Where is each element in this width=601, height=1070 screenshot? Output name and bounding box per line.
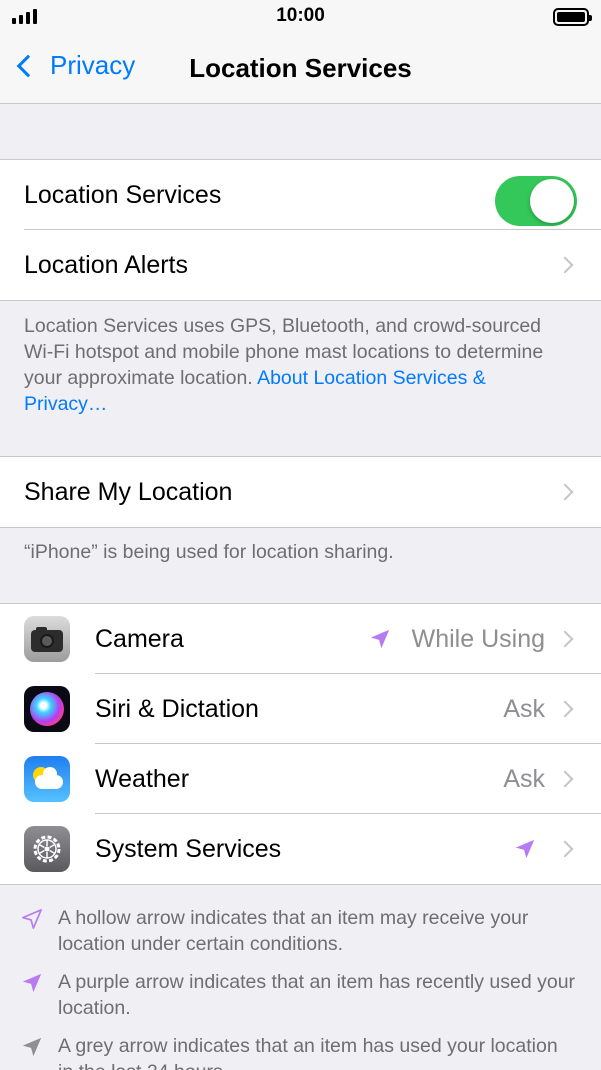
share-my-location-label: Share My Location (24, 478, 233, 506)
location-arrow-purple-icon (370, 629, 390, 649)
location-services-toggle[interactable] (495, 176, 577, 226)
location-arrow-hollow-icon (22, 909, 42, 929)
apps-group: Camera While Using Siri & Dictation Ask … (0, 603, 601, 885)
location-arrow-purple-icon (22, 973, 42, 993)
app-label: Camera (95, 625, 184, 653)
location-arrow-grey-icon (22, 1037, 42, 1057)
legend-hollow-arrow-text: A hollow arrow indicates that an item ma… (58, 907, 529, 955)
chevron-right-icon (556, 770, 574, 788)
page-title: Location Services (189, 53, 412, 83)
location-alerts-label: Location Alerts (24, 251, 188, 279)
app-row-system-services[interactable]: System Services (0, 814, 601, 884)
siri-icon (24, 686, 70, 732)
toggle-knob (530, 179, 574, 223)
legend-purple-arrow-text: A purple arrow indicates that an item ha… (58, 971, 576, 1019)
share-location-footer: “iPhone” is being used for location shar… (24, 541, 394, 563)
battery-icon (553, 8, 592, 26)
app-label: Siri & Dictation (95, 695, 259, 723)
chevron-right-icon (556, 840, 574, 858)
app-row-weather[interactable]: Weather Ask (0, 744, 601, 814)
share-my-location-row[interactable]: Share My Location (0, 457, 601, 527)
share-location-group: Share My Location (0, 456, 601, 528)
status-bar: 10:00 (0, 0, 601, 34)
location-arrow-purple-icon (515, 839, 535, 859)
gear-icon (24, 826, 70, 872)
app-row-camera[interactable]: Camera While Using (0, 604, 601, 674)
chevron-right-icon (556, 483, 574, 501)
location-services-group: Location Services Location Alerts (0, 159, 601, 301)
app-permission-value: While Using (411, 625, 545, 653)
app-row-siri[interactable]: Siri & Dictation Ask (0, 674, 601, 744)
app-permission-value: Ask (503, 765, 545, 793)
legend-grey-arrow-text: A grey arrow indicates that an item has … (58, 1035, 558, 1070)
location-alerts-row[interactable]: Location Alerts (0, 230, 601, 300)
chevron-right-icon (556, 256, 574, 274)
location-services-row: Location Services (0, 160, 601, 230)
app-permission-value: Ask (503, 695, 545, 723)
chevron-right-icon (556, 700, 574, 718)
status-time: 10:00 (276, 5, 325, 26)
location-services-description: Location Services uses GPS, Bluetooth, a… (24, 315, 544, 415)
camera-icon (24, 616, 70, 662)
app-label: System Services (95, 835, 282, 863)
app-label: Weather (95, 765, 190, 793)
weather-icon (24, 756, 70, 802)
chevron-right-icon (556, 630, 574, 648)
location-services-label: Location Services (24, 181, 222, 209)
navigation-bar: Privacy Location Services (0, 34, 601, 104)
